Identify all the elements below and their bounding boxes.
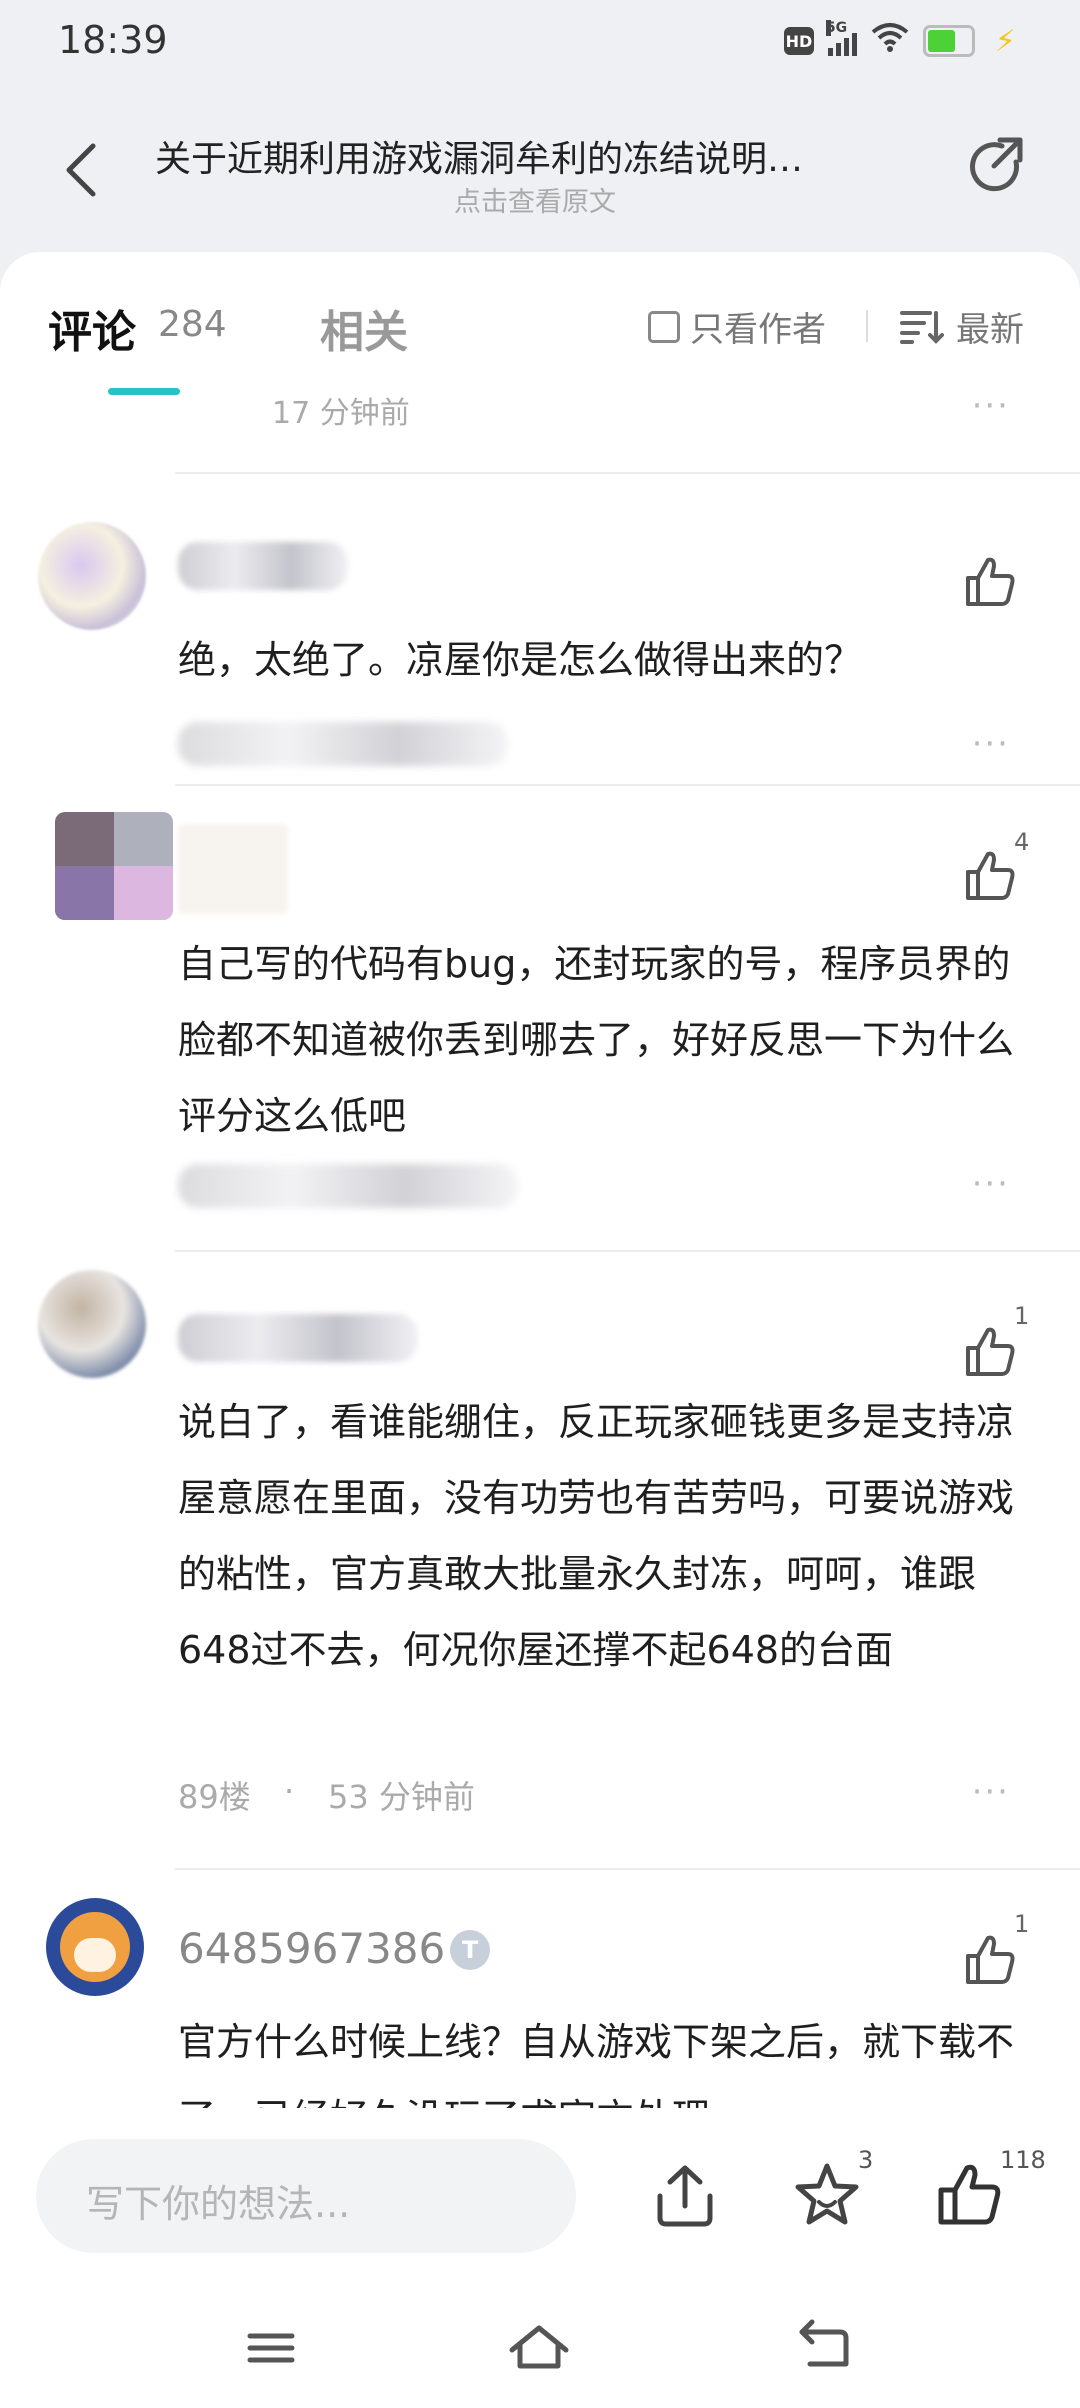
avatar[interactable] — [55, 812, 173, 920]
thumbs-up-icon — [966, 1935, 1015, 1984]
favorite-count: 3 — [858, 2146, 874, 2174]
comment-divider — [175, 784, 1080, 786]
status-icons: HD 5G ⚡ — [783, 20, 1016, 60]
thumbs-up-icon — [966, 557, 1015, 606]
article-like-count: 118 — [1000, 2146, 1046, 2174]
avatar[interactable] — [38, 522, 146, 630]
signal-icon: 5G — [825, 20, 857, 56]
sort-label: 最新 — [956, 310, 1024, 350]
comment-count: 284 — [158, 304, 227, 345]
share-button[interactable] — [960, 132, 1032, 204]
like-button[interactable] — [962, 1324, 1018, 1380]
thumbs-up-icon — [938, 2164, 1001, 2225]
divider — [866, 310, 868, 342]
more-options-button[interactable]: ··· — [972, 724, 1010, 764]
author-only-filter[interactable]: 只看作者 — [648, 302, 826, 351]
bottom-action-bar: 写下你的想法... 3 118 — [0, 2108, 1080, 2408]
comment-input-placeholder: 写下你的想法... — [86, 2182, 351, 2226]
comment-text: 绝，太绝了。凉屋你是怎么做得出来的？ — [178, 638, 863, 682]
author-only-checkbox[interactable] — [648, 310, 680, 343]
more-options-button[interactable]: ··· — [972, 1772, 1010, 1812]
status-time: 18:39 — [58, 18, 168, 62]
avatar[interactable] — [38, 1270, 146, 1378]
thumbs-up-icon — [966, 851, 1015, 900]
home-nav-button[interactable] — [504, 2318, 574, 2378]
charging-icon: ⚡ — [994, 23, 1016, 59]
like-article-button[interactable] — [935, 2160, 1005, 2230]
share-button[interactable] — [650, 2160, 720, 2230]
active-tab-indicator — [108, 388, 180, 395]
like-button[interactable] — [962, 554, 1018, 610]
comments-panel: 评论 284 相关 只看作者 最新 17 分钟前 ··· 绝，太绝了。凉屋你是怎… — [0, 252, 1080, 2112]
username[interactable] — [178, 1314, 418, 1362]
article-title[interactable]: 关于近期利用游戏漏洞牟利的冻结说明… — [155, 130, 915, 182]
comment-divider — [175, 472, 1080, 474]
comment-divider — [175, 1868, 1080, 1870]
comment-input[interactable]: 写下你的想法... — [36, 2139, 576, 2253]
like-button[interactable] — [962, 848, 1018, 904]
sort-icon — [900, 310, 944, 344]
comment-time: 17 分钟前 — [272, 396, 410, 431]
comment-text: 说白了，看谁能绷住，反正玩家砸钱更多是支持凉屋意愿在里面，没有功劳也有苦劳吗，可… — [178, 1400, 1015, 1672]
view-original-link[interactable]: 点击查看原文 — [0, 180, 1070, 219]
more-options-button[interactable]: ··· — [972, 386, 1010, 426]
favorite-button[interactable] — [792, 2160, 862, 2230]
like-count: 1 — [1014, 1910, 1030, 1938]
tab-comments[interactable]: 评论 — [48, 296, 136, 360]
comment-time: 53 分钟前 — [328, 1778, 475, 1816]
comment-text: 自己写的代码有bug，还封玩家的号，程序员界的脸都不知道被你丢到哪去了，好好反思… — [178, 942, 1015, 1138]
status-bar: 18:39 HD 5G ⚡ — [0, 0, 1080, 80]
like-count: 1 — [1014, 1302, 1030, 1330]
star-icon — [795, 2163, 859, 2225]
sort-button[interactable]: 最新 — [900, 302, 1024, 351]
username[interactable] — [178, 824, 288, 914]
tab-related[interactable]: 相关 — [320, 296, 408, 360]
wifi-icon — [871, 22, 909, 60]
title-bar: 关于近期利用游戏漏洞牟利的冻结说明… 点击查看原文 — [0, 110, 1080, 230]
user-level-badge: T — [450, 1930, 490, 1970]
comment-text: 官方什么时候上线？自从游戏下架之后，就下载不了，已经好久没玩了求官方处理 — [178, 2020, 1015, 2112]
meta-separator: · — [284, 1772, 295, 1810]
return-icon — [799, 2319, 849, 2367]
share-icon — [970, 137, 1023, 192]
comment-meta — [178, 1164, 518, 1208]
like-button[interactable] — [962, 1932, 1018, 1988]
back-nav-button[interactable] — [790, 2318, 860, 2378]
upload-share-icon — [657, 2165, 713, 2227]
avatar[interactable] — [46, 1898, 144, 1996]
home-icon — [509, 2325, 569, 2369]
username[interactable] — [178, 542, 348, 590]
comment-divider — [175, 1250, 1080, 1252]
thumbs-up-icon — [966, 1327, 1015, 1376]
menu-icon — [247, 2333, 295, 2363]
tab-bar: 评论 284 相关 只看作者 最新 — [0, 252, 1080, 397]
hd-icon: HD — [783, 27, 814, 55]
comment-meta — [178, 722, 508, 766]
menu-nav-button[interactable] — [236, 2318, 306, 2378]
author-only-label: 只看作者 — [690, 310, 826, 350]
like-count: 4 — [1014, 828, 1030, 856]
floor-number: 89楼 — [178, 1778, 251, 1816]
username[interactable]: 6485967386 — [178, 1924, 445, 1973]
more-options-button[interactable]: ··· — [972, 1164, 1010, 1204]
battery-icon — [922, 25, 975, 57]
